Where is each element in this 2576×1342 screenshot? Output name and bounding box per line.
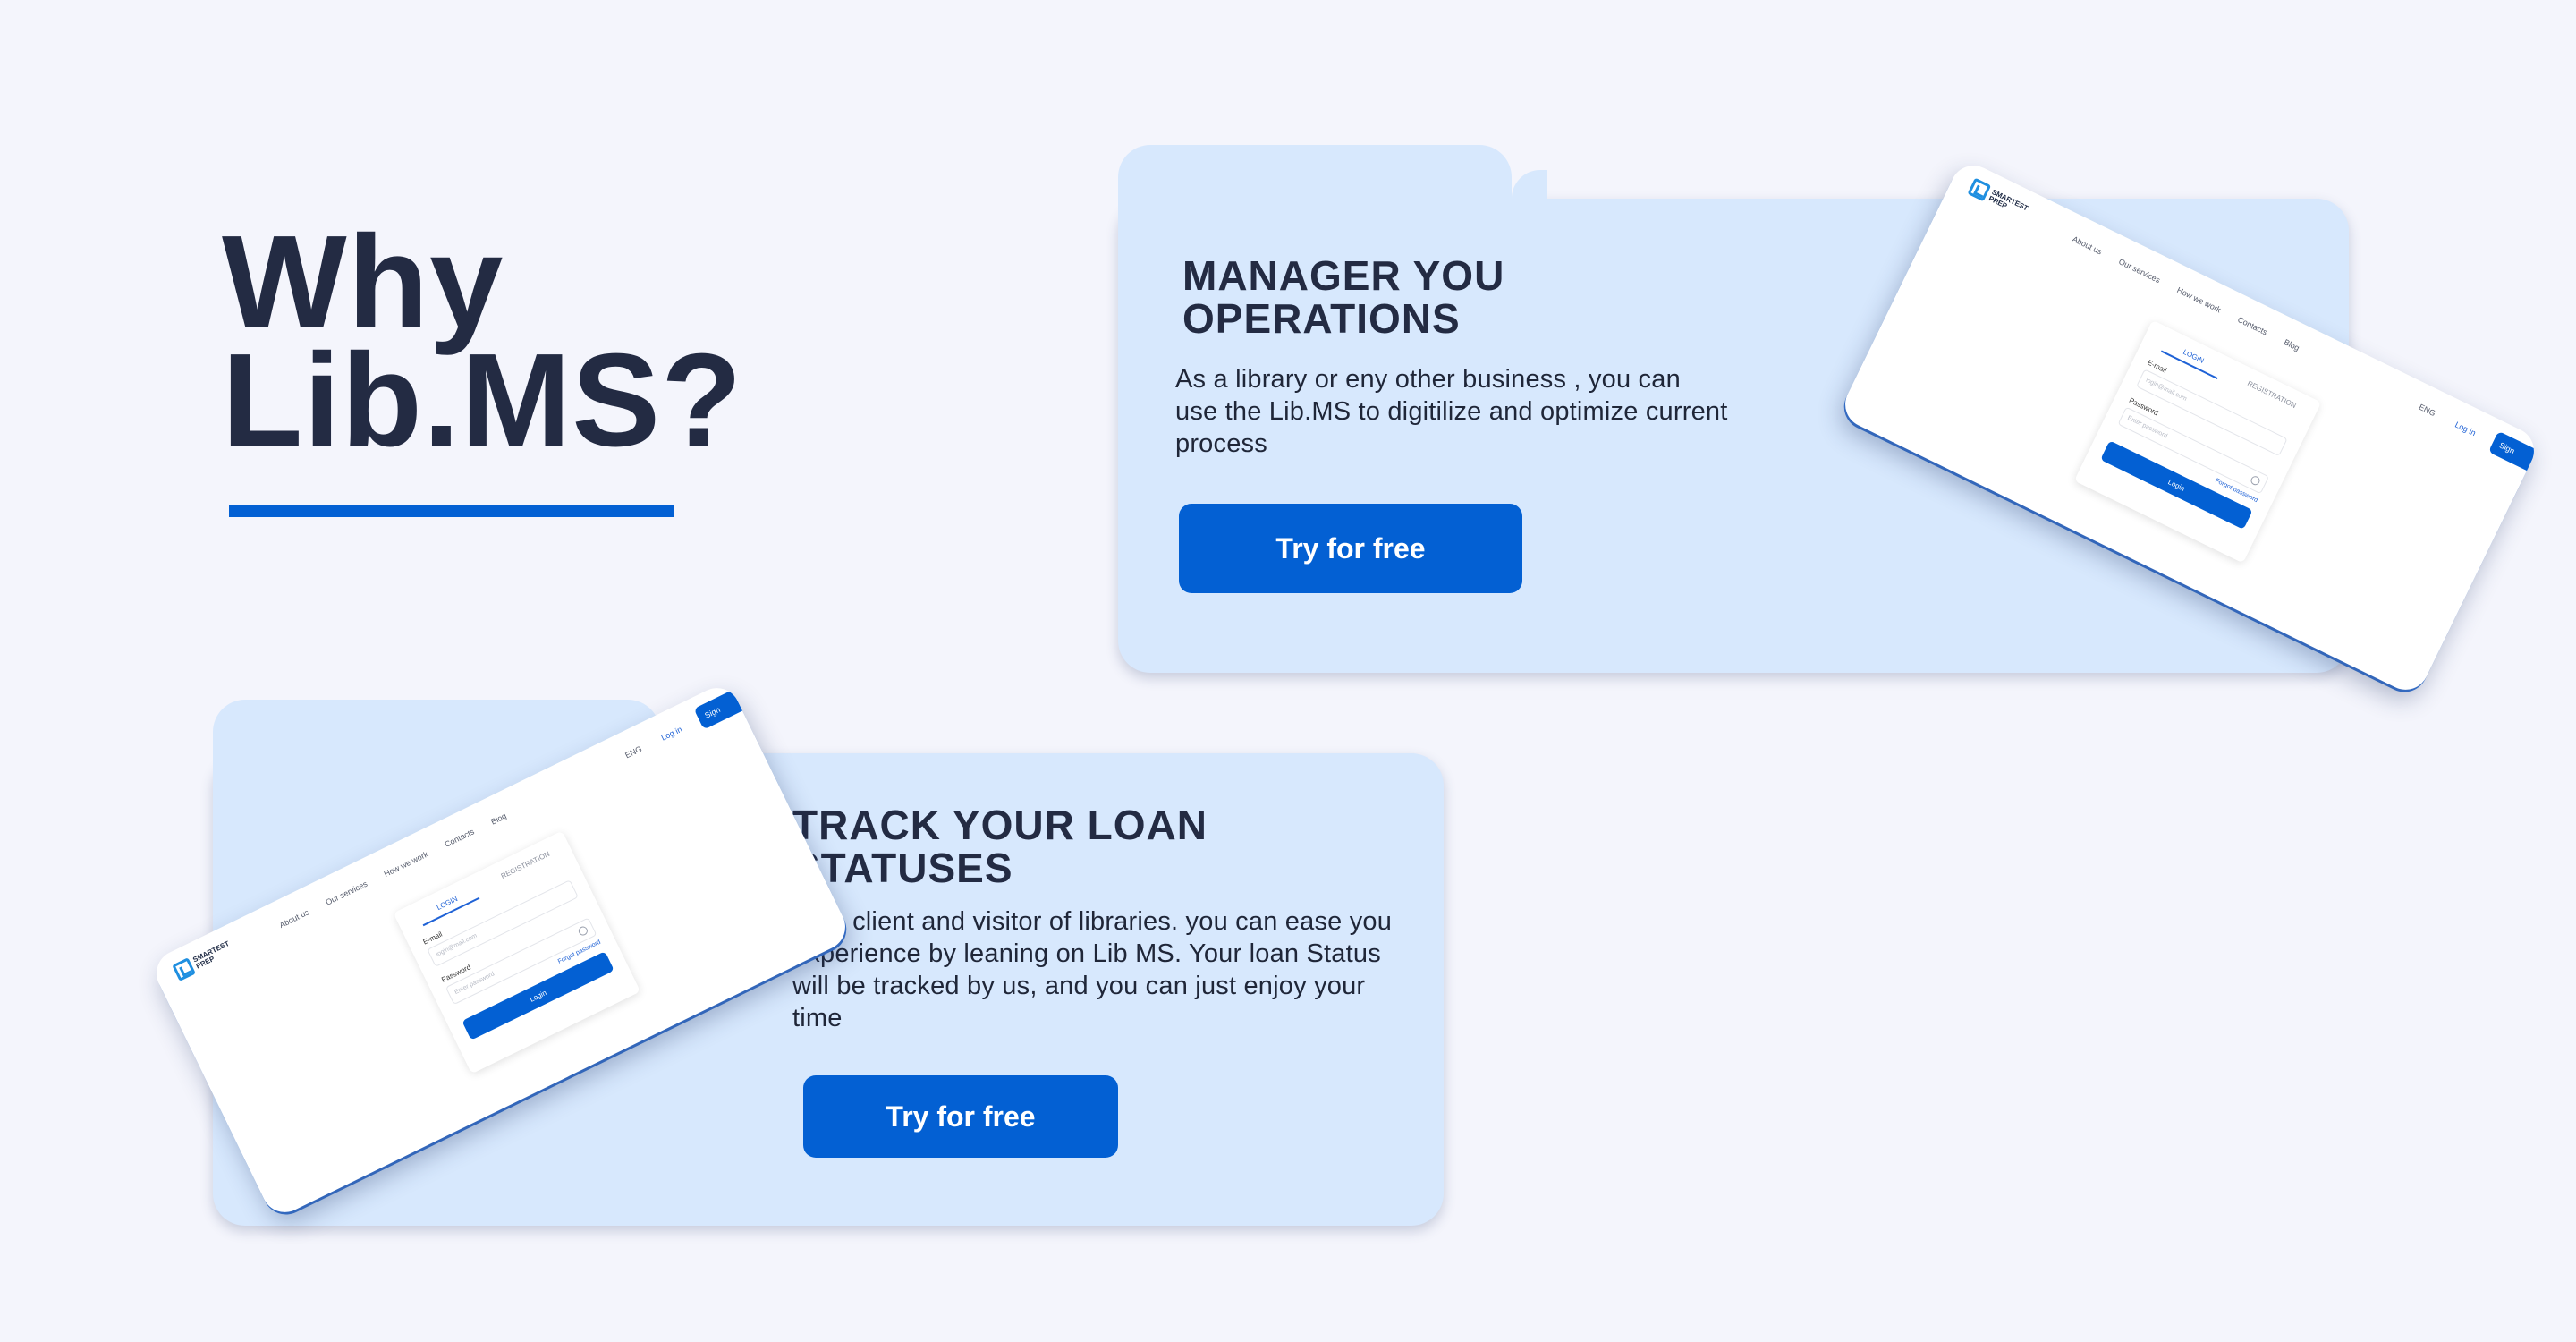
loan-try-button[interactable]: Try for free [803, 1075, 1118, 1158]
eye-icon [2249, 474, 2262, 487]
signup-button: Sign [2487, 430, 2538, 471]
operations-try-button[interactable]: Try for free [1179, 504, 1522, 593]
operations-title-line-2: OPERATIONS [1182, 295, 1461, 342]
eye-icon [577, 924, 589, 938]
login-link: Log in [659, 724, 684, 743]
nav-services: Our services [324, 879, 369, 907]
nav-blog: Blog [2282, 337, 2301, 353]
logo-text: SMARTEST PREP [1987, 188, 2029, 213]
nav-contacts: Contacts [2236, 315, 2269, 337]
hero-line-1: Why [222, 208, 504, 356]
logo-icon [1967, 177, 1992, 202]
login-form: LOGIN REGISTRATION E-mail login@mail.com… [393, 830, 641, 1074]
loan-title-line-1: TRACK YOUR LOAN [792, 802, 1208, 848]
signup-button: Sign [693, 690, 743, 730]
hero-line-2: Lib.MS? [222, 327, 743, 474]
operations-card-title: MANAGER YOU OPERATIONS [1182, 254, 1504, 340]
nav-how-we-work: How we work [382, 849, 430, 879]
operations-card-tab-curve [1512, 170, 1547, 199]
nav-blog: Blog [489, 811, 508, 827]
login-link: Log in [2453, 420, 2478, 438]
language-selector: ENG [623, 743, 644, 760]
nav-about: About us [277, 907, 311, 930]
nav-how-we-work: How we work [2175, 285, 2223, 315]
nav-contacts: Contacts [443, 827, 476, 849]
app-logo: SMARTEST PREP [172, 939, 231, 981]
loan-card-text: As a client and visitor of libraries. yo… [792, 907, 1393, 1032]
operations-card-tab [1118, 145, 1512, 243]
nav-services: Our services [2117, 257, 2162, 285]
page-title: Why Lib.MS? [222, 208, 743, 474]
logo-text: SMARTEST PREP [191, 939, 231, 971]
app-logo: SMARTEST PREP [1967, 177, 2029, 218]
language-selector: ENG [2417, 402, 2437, 419]
loan-title-line-2: STATUSES [792, 845, 1013, 891]
logo-icon [172, 957, 196, 981]
title-underline [229, 505, 674, 517]
operations-card-text: As a library or eny other business , you… [1175, 365, 1728, 458]
nav-about: About us [2071, 234, 2104, 257]
operations-title-line-1: MANAGER YOU [1182, 252, 1505, 299]
loan-card-title: TRACK YOUR LOAN STATUSES [792, 803, 1208, 889]
login-form: LOGIN REGISTRATION E-mail login@mail.com… [2073, 319, 2322, 564]
